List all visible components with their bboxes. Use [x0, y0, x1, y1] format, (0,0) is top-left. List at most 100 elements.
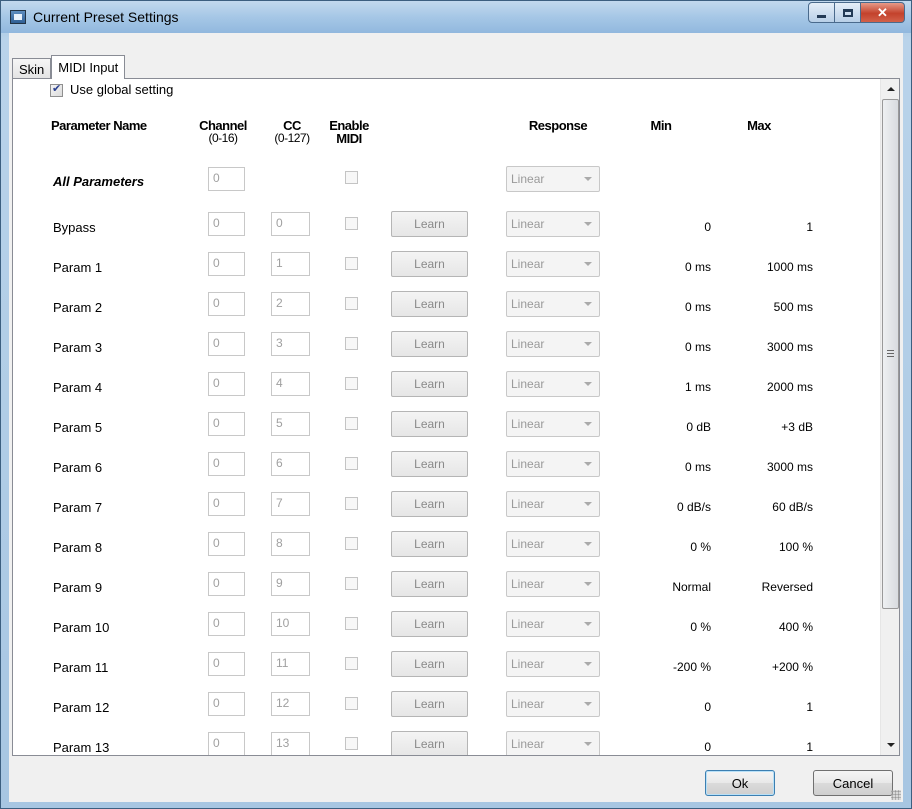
channel-field[interactable]: 0: [208, 412, 245, 436]
tab-skin[interactable]: Skin: [12, 58, 52, 79]
response-select[interactable]: Linear: [506, 731, 600, 755]
response-select[interactable]: Linear: [506, 211, 600, 237]
cc-field[interactable]: 13: [271, 732, 310, 755]
close-icon: ✕: [877, 4, 888, 20]
cc-field[interactable]: 8: [271, 532, 310, 556]
channel-field[interactable]: 0: [208, 252, 245, 276]
response-select[interactable]: Linear: [506, 331, 600, 357]
cc-field[interactable]: 3: [271, 332, 310, 356]
vertical-scrollbar[interactable]: [880, 79, 899, 755]
response-select[interactable]: Linear: [506, 611, 600, 637]
response-value: Linear: [511, 657, 545, 671]
response-select[interactable]: Linear: [506, 291, 600, 317]
enable-midi-checkbox[interactable]: [345, 537, 358, 550]
close-button[interactable]: ✕: [861, 2, 905, 23]
header-response: Response: [528, 118, 588, 133]
maximize-button[interactable]: [835, 2, 861, 23]
enable-midi-checkbox[interactable]: [345, 297, 358, 310]
channel-field[interactable]: 0: [208, 652, 245, 676]
response-select[interactable]: Linear: [506, 451, 600, 477]
cc-field[interactable]: 4: [271, 372, 310, 396]
learn-button[interactable]: Learn: [391, 411, 468, 437]
scrollbar-thumb[interactable]: [882, 99, 899, 609]
enable-midi-checkbox[interactable]: [345, 377, 358, 390]
learn-button[interactable]: Learn: [391, 651, 468, 677]
response-select[interactable]: Linear: [506, 371, 600, 397]
enable-midi-checkbox[interactable]: [345, 457, 358, 470]
learn-button[interactable]: Learn: [391, 531, 468, 557]
enable-midi-checkbox[interactable]: [345, 577, 358, 590]
channel-field[interactable]: 0: [208, 732, 245, 755]
channel-field[interactable]: 0: [208, 212, 245, 236]
enable-midi-checkbox[interactable]: [345, 497, 358, 510]
all-parameters-response-select[interactable]: Linear: [506, 166, 600, 192]
response-select[interactable]: Linear: [506, 491, 600, 517]
cc-field[interactable]: 5: [271, 412, 310, 436]
response-value: Linear: [511, 457, 545, 471]
cc-field[interactable]: 7: [271, 492, 310, 516]
enable-midi-checkbox[interactable]: [345, 337, 358, 350]
channel-field[interactable]: 0: [208, 372, 245, 396]
enable-midi-checkbox[interactable]: [345, 617, 358, 630]
learn-button[interactable]: Learn: [391, 691, 468, 717]
enable-midi-checkbox[interactable]: [345, 737, 358, 750]
chevron-down-icon: [584, 422, 592, 426]
enable-midi-checkbox[interactable]: [345, 257, 358, 270]
learn-button[interactable]: Learn: [391, 291, 468, 317]
channel-field[interactable]: 0: [208, 492, 245, 516]
scroll-down-arrow-icon[interactable]: [881, 737, 899, 755]
title-bar[interactable]: Current Preset Settings ✕: [1, 1, 911, 33]
resize-grip-icon[interactable]: [891, 790, 901, 800]
max-value: 60 dB/s: [772, 500, 813, 514]
scroll-up-arrow-icon[interactable]: [881, 79, 899, 97]
cc-field[interactable]: 1: [271, 252, 310, 276]
enable-midi-checkbox[interactable]: [345, 417, 358, 430]
response-select[interactable]: Linear: [506, 691, 600, 717]
channel-field[interactable]: 0: [208, 452, 245, 476]
min-value: 0 ms: [684, 300, 711, 314]
learn-button[interactable]: Learn: [391, 731, 468, 755]
parameter-name: Param 7: [53, 500, 103, 515]
learn-button[interactable]: Learn: [391, 211, 468, 237]
response-select[interactable]: Linear: [506, 531, 600, 557]
channel-field[interactable]: 0: [208, 532, 245, 556]
channel-field[interactable]: 0: [208, 692, 245, 716]
header-enable-midi: Enable MIDI: [325, 119, 373, 145]
cancel-button[interactable]: Cancel: [813, 770, 893, 796]
enable-midi-checkbox[interactable]: [345, 697, 358, 710]
learn-button[interactable]: Learn: [391, 451, 468, 477]
learn-button[interactable]: Learn: [391, 371, 468, 397]
channel-field[interactable]: 0: [208, 572, 245, 596]
cc-field[interactable]: 12: [271, 692, 310, 716]
learn-button[interactable]: Learn: [391, 251, 468, 277]
header-parameter-name: Parameter Name: [51, 118, 147, 133]
channel-field[interactable]: 0: [208, 332, 245, 356]
response-select[interactable]: Linear: [506, 251, 600, 277]
enable-midi-checkbox[interactable]: [345, 217, 358, 230]
learn-button[interactable]: Learn: [391, 491, 468, 517]
response-select[interactable]: Linear: [506, 411, 600, 437]
channel-field[interactable]: 0: [208, 292, 245, 316]
minimize-button[interactable]: [808, 2, 835, 23]
all-parameters-channel-field[interactable]: 0: [208, 167, 245, 191]
ok-button[interactable]: Ok: [705, 770, 775, 796]
enable-midi-checkbox[interactable]: [345, 657, 358, 670]
cc-field[interactable]: 11: [271, 652, 310, 676]
cc-field[interactable]: 2: [271, 292, 310, 316]
response-select[interactable]: Linear: [506, 651, 600, 677]
cc-field[interactable]: 6: [271, 452, 310, 476]
learn-button[interactable]: Learn: [391, 611, 468, 637]
use-global-setting-checkbox[interactable]: [50, 82, 63, 97]
learn-button[interactable]: Learn: [391, 571, 468, 597]
cc-field[interactable]: 0: [271, 212, 310, 236]
all-parameters-enable-checkbox[interactable]: [345, 171, 358, 184]
response-select[interactable]: Linear: [506, 571, 600, 597]
max-value: 1000 ms: [766, 260, 813, 274]
learn-button[interactable]: Learn: [391, 331, 468, 357]
min-value: 0: [704, 740, 711, 754]
channel-field[interactable]: 0: [208, 612, 245, 636]
tab-midi-input[interactable]: MIDI Input: [51, 55, 126, 79]
cc-field[interactable]: 10: [271, 612, 310, 636]
cc-field[interactable]: 9: [271, 572, 310, 596]
chevron-down-icon: [584, 662, 592, 666]
